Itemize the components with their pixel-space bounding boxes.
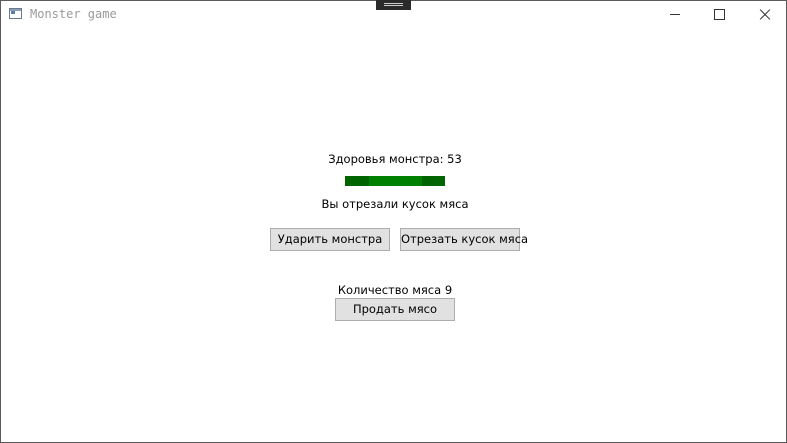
close-button[interactable] bbox=[742, 1, 786, 29]
hit-monster-button[interactable]: Ударить монстра bbox=[270, 228, 390, 251]
cut-meat-button[interactable]: Отрезать кусок мяса bbox=[400, 228, 528, 251]
window-title: Monster game bbox=[30, 7, 117, 21]
snap-layout-handle[interactable] bbox=[376, 0, 411, 10]
monster-health-bar-fill bbox=[369, 176, 422, 186]
minimize-button[interactable] bbox=[653, 1, 697, 29]
app-window-icon bbox=[9, 8, 22, 19]
status-message: Вы отрезали кусок мяса bbox=[321, 197, 469, 211]
app-window: Monster game Здоровья монстра: 53 Вы отр… bbox=[0, 0, 787, 443]
maximize-button[interactable] bbox=[697, 1, 741, 29]
monster-health-label: Здоровья монстра: 53 bbox=[328, 152, 462, 166]
meat-count-label: Количество мяса 9 bbox=[337, 283, 453, 297]
sell-meat-button[interactable]: Продать мясо bbox=[335, 298, 455, 321]
monster-health-bar bbox=[345, 176, 445, 186]
